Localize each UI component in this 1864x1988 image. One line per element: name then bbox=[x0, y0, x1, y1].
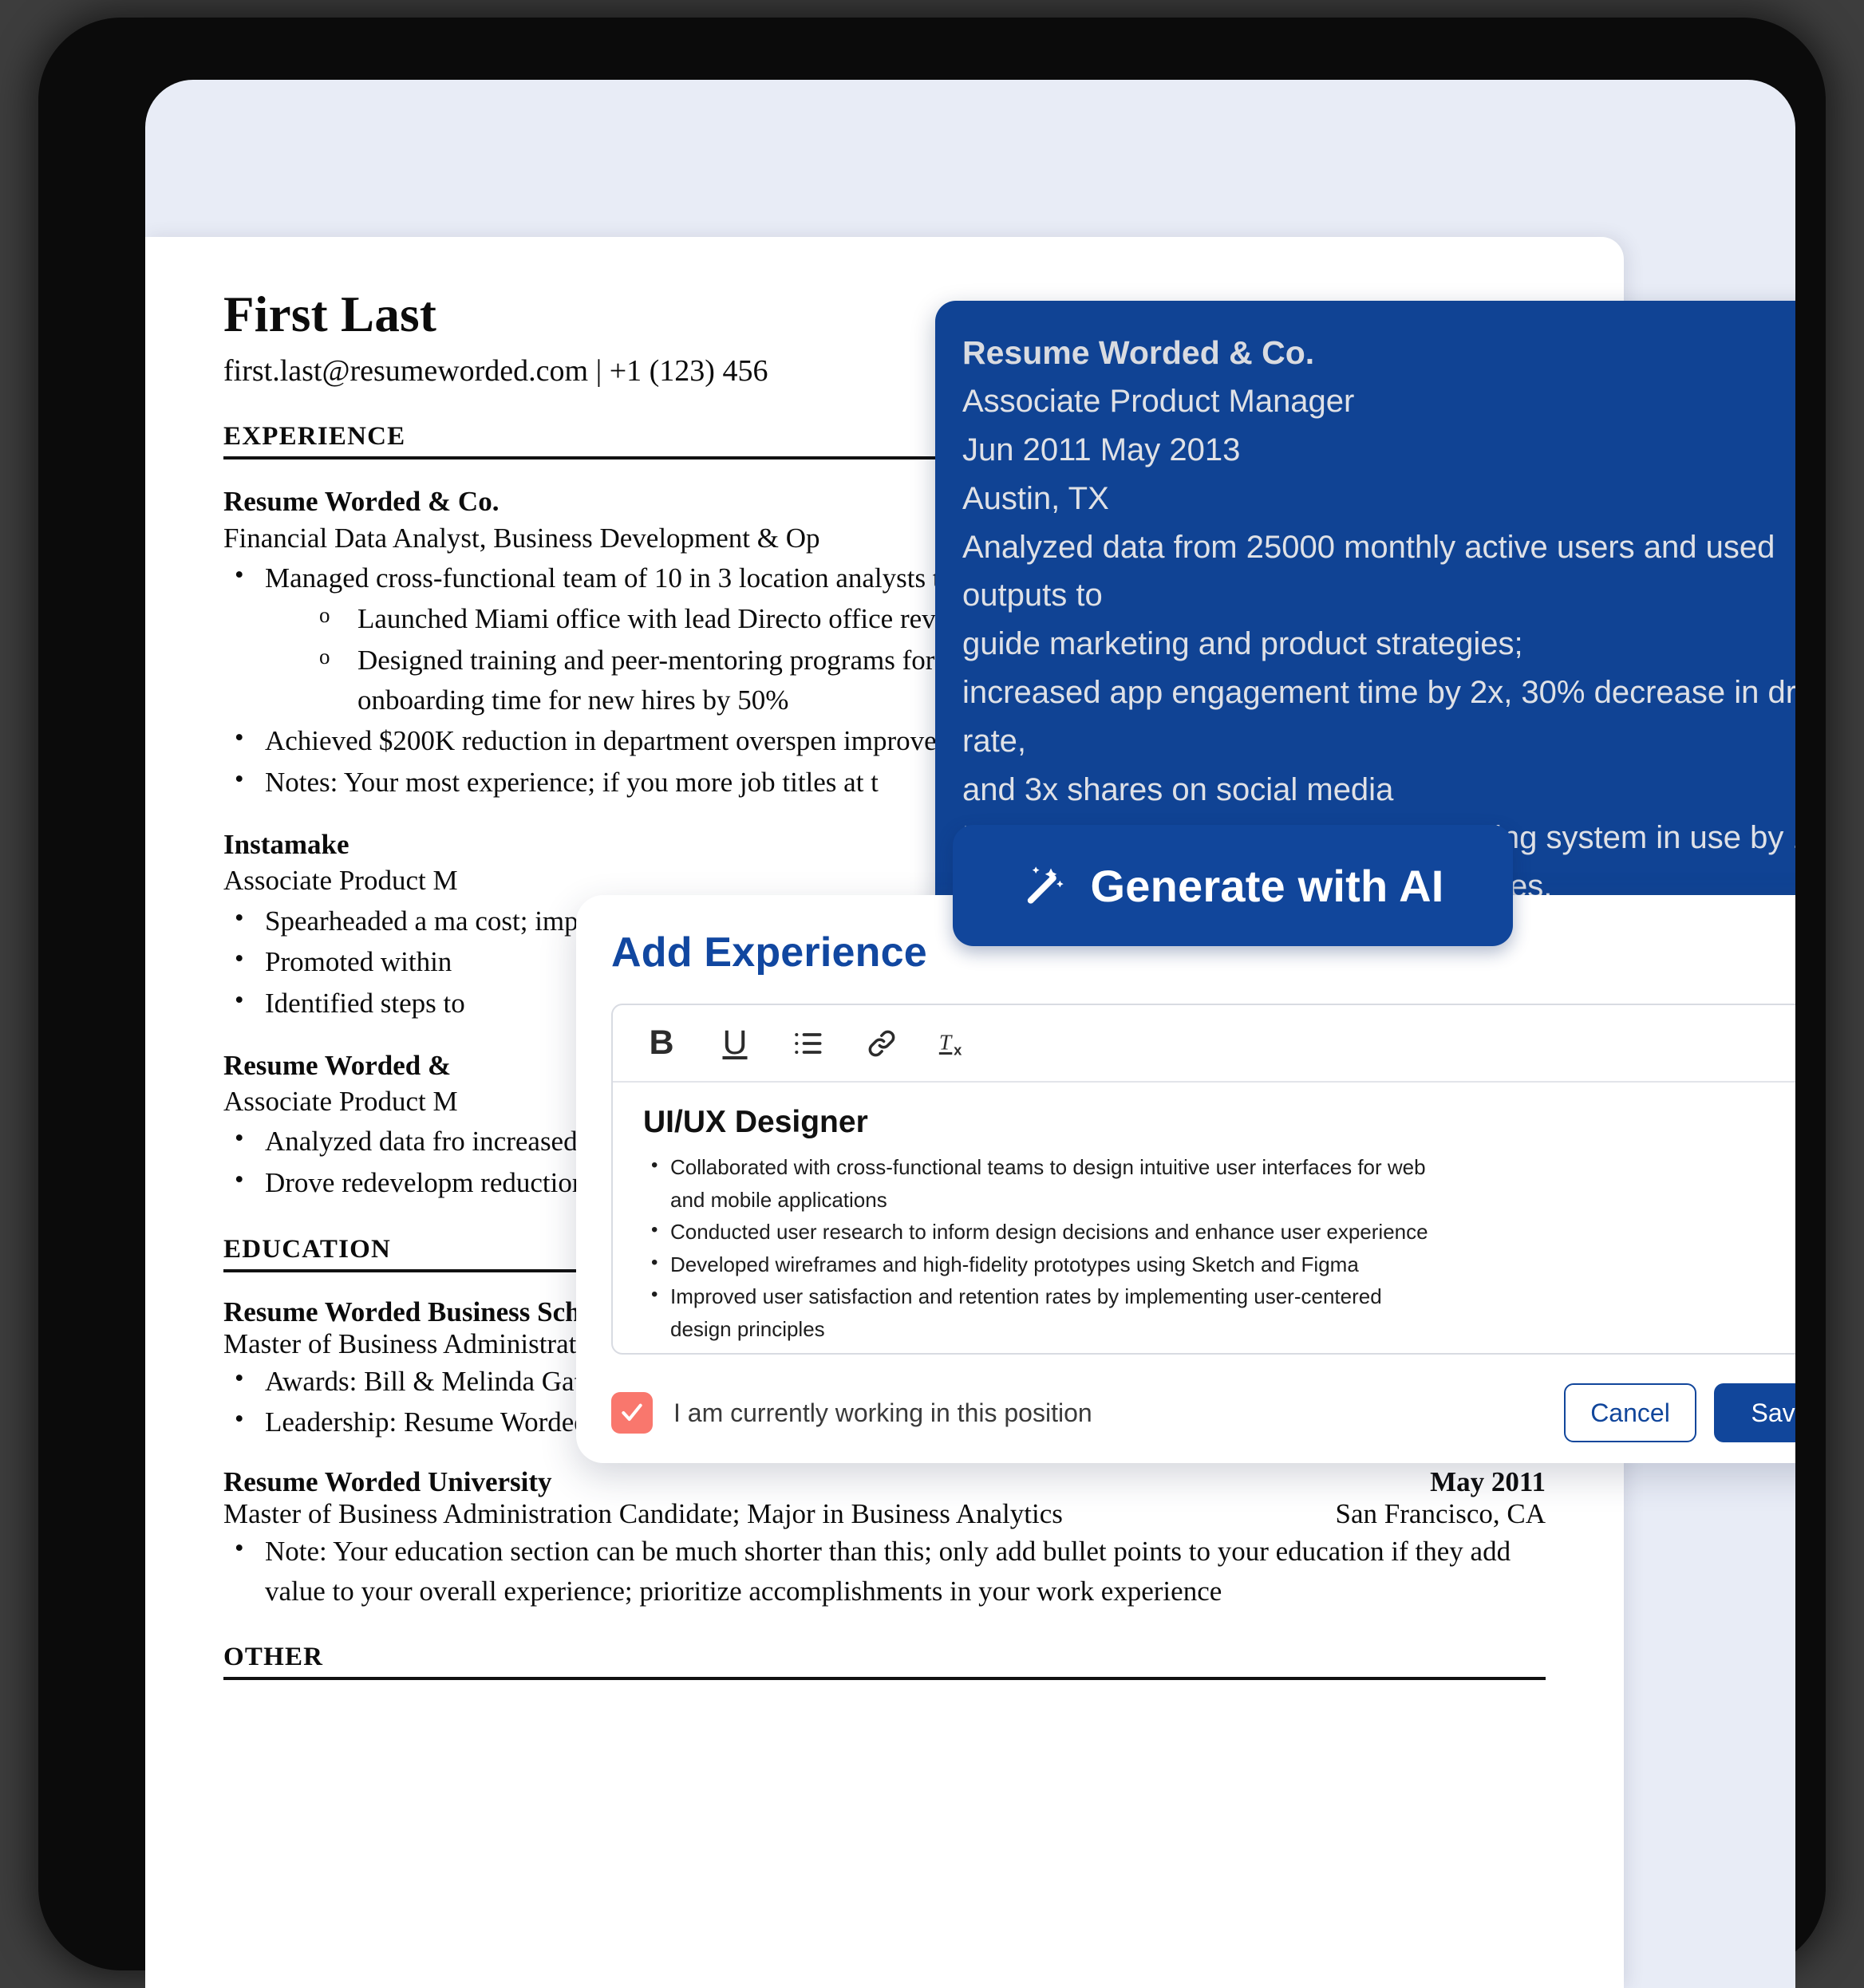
underline-icon[interactable]: U bbox=[713, 1022, 756, 1065]
list-item: Collaborated with cross-functional teams… bbox=[643, 1150, 1441, 1216]
magic-wand-icon bbox=[1022, 862, 1068, 909]
section-heading-other: OTHER bbox=[223, 1643, 324, 1672]
list-item: Developed wireframes and high-fidelity p… bbox=[643, 1248, 1441, 1281]
ai-panel-company: Resume Worded & Co. bbox=[962, 334, 1315, 371]
add-experience-modal: Add Experience B U T x UI/UX Designer • … bbox=[576, 895, 1795, 1463]
education-bullets: Note: Your education section can be much… bbox=[223, 1530, 1546, 1611]
ai-panel-line: guide marketing and product strategies; bbox=[962, 626, 1523, 662]
current-position-checkbox[interactable] bbox=[611, 1392, 653, 1434]
list-item: Conducted user research to inform design… bbox=[643, 1215, 1441, 1248]
ai-panel-line: increased app engagement time by 2x, 30%… bbox=[962, 675, 1795, 759]
education-date: May 2011 bbox=[1430, 1466, 1546, 1498]
modal-footer: I am currently working in this position … bbox=[611, 1383, 1795, 1442]
check-icon bbox=[622, 1403, 642, 1421]
clear-formatting-icon[interactable]: T x bbox=[934, 1022, 977, 1065]
current-position-label: I am currently working in this position bbox=[673, 1398, 1092, 1427]
ai-panel-line: Austin, TX bbox=[962, 480, 1109, 516]
app-screen: First Last first.last@resumeworded.com |… bbox=[145, 80, 1795, 1988]
ai-panel-line: Analyzed data from 25000 monthly active … bbox=[962, 529, 1775, 613]
education-entry[interactable]: Resume Worded University May 2011 Master… bbox=[223, 1466, 1546, 1611]
editor-bullet-list: Collaborated with cross-functional teams… bbox=[643, 1150, 1795, 1345]
generate-ai-label: Generate with AI bbox=[1090, 860, 1444, 911]
education-location: San Francisco, CA bbox=[1335, 1498, 1546, 1530]
svg-text:T: T bbox=[939, 1029, 953, 1054]
editor-toolbar: B U T x bbox=[613, 1005, 1795, 1083]
editor-content[interactable]: UI/UX Designer Collaborated with cross-f… bbox=[613, 1083, 1795, 1345]
list-item: Improved user satisfaction and retention… bbox=[643, 1280, 1441, 1345]
generate-with-ai-button[interactable]: Generate with AI bbox=[953, 825, 1513, 946]
svg-text:x: x bbox=[954, 1041, 962, 1058]
bulleted-list-icon[interactable] bbox=[787, 1022, 830, 1065]
list-item: Note: Your education section can be much… bbox=[223, 1530, 1546, 1611]
education-degree: Master of Business Administration Candid… bbox=[223, 1498, 1063, 1530]
education-school: Resume Worded Business School bbox=[223, 1296, 617, 1327]
editor-heading: UI/UX Designer bbox=[643, 1105, 868, 1139]
cancel-button[interactable]: Cancel bbox=[1564, 1383, 1696, 1442]
ai-panel-line: Jun 2011 May 2013 bbox=[962, 432, 1241, 468]
save-button[interactable]: Save bbox=[1714, 1383, 1795, 1442]
link-icon[interactable] bbox=[860, 1022, 903, 1065]
ai-panel-line: and 3x shares on social media bbox=[962, 771, 1394, 807]
section-divider bbox=[223, 1677, 1546, 1681]
bold-icon[interactable]: B bbox=[640, 1022, 683, 1065]
rich-text-editor[interactable]: B U T x UI/UX Designer • Collaborated wi… bbox=[611, 1004, 1795, 1355]
modal-actions: Cancel Save bbox=[1564, 1383, 1795, 1442]
ai-panel-line: Associate Product Manager bbox=[962, 384, 1355, 420]
education-school: Resume Worded University bbox=[223, 1466, 552, 1498]
device-frame: First Last first.last@resumeworded.com |… bbox=[38, 18, 1826, 1988]
